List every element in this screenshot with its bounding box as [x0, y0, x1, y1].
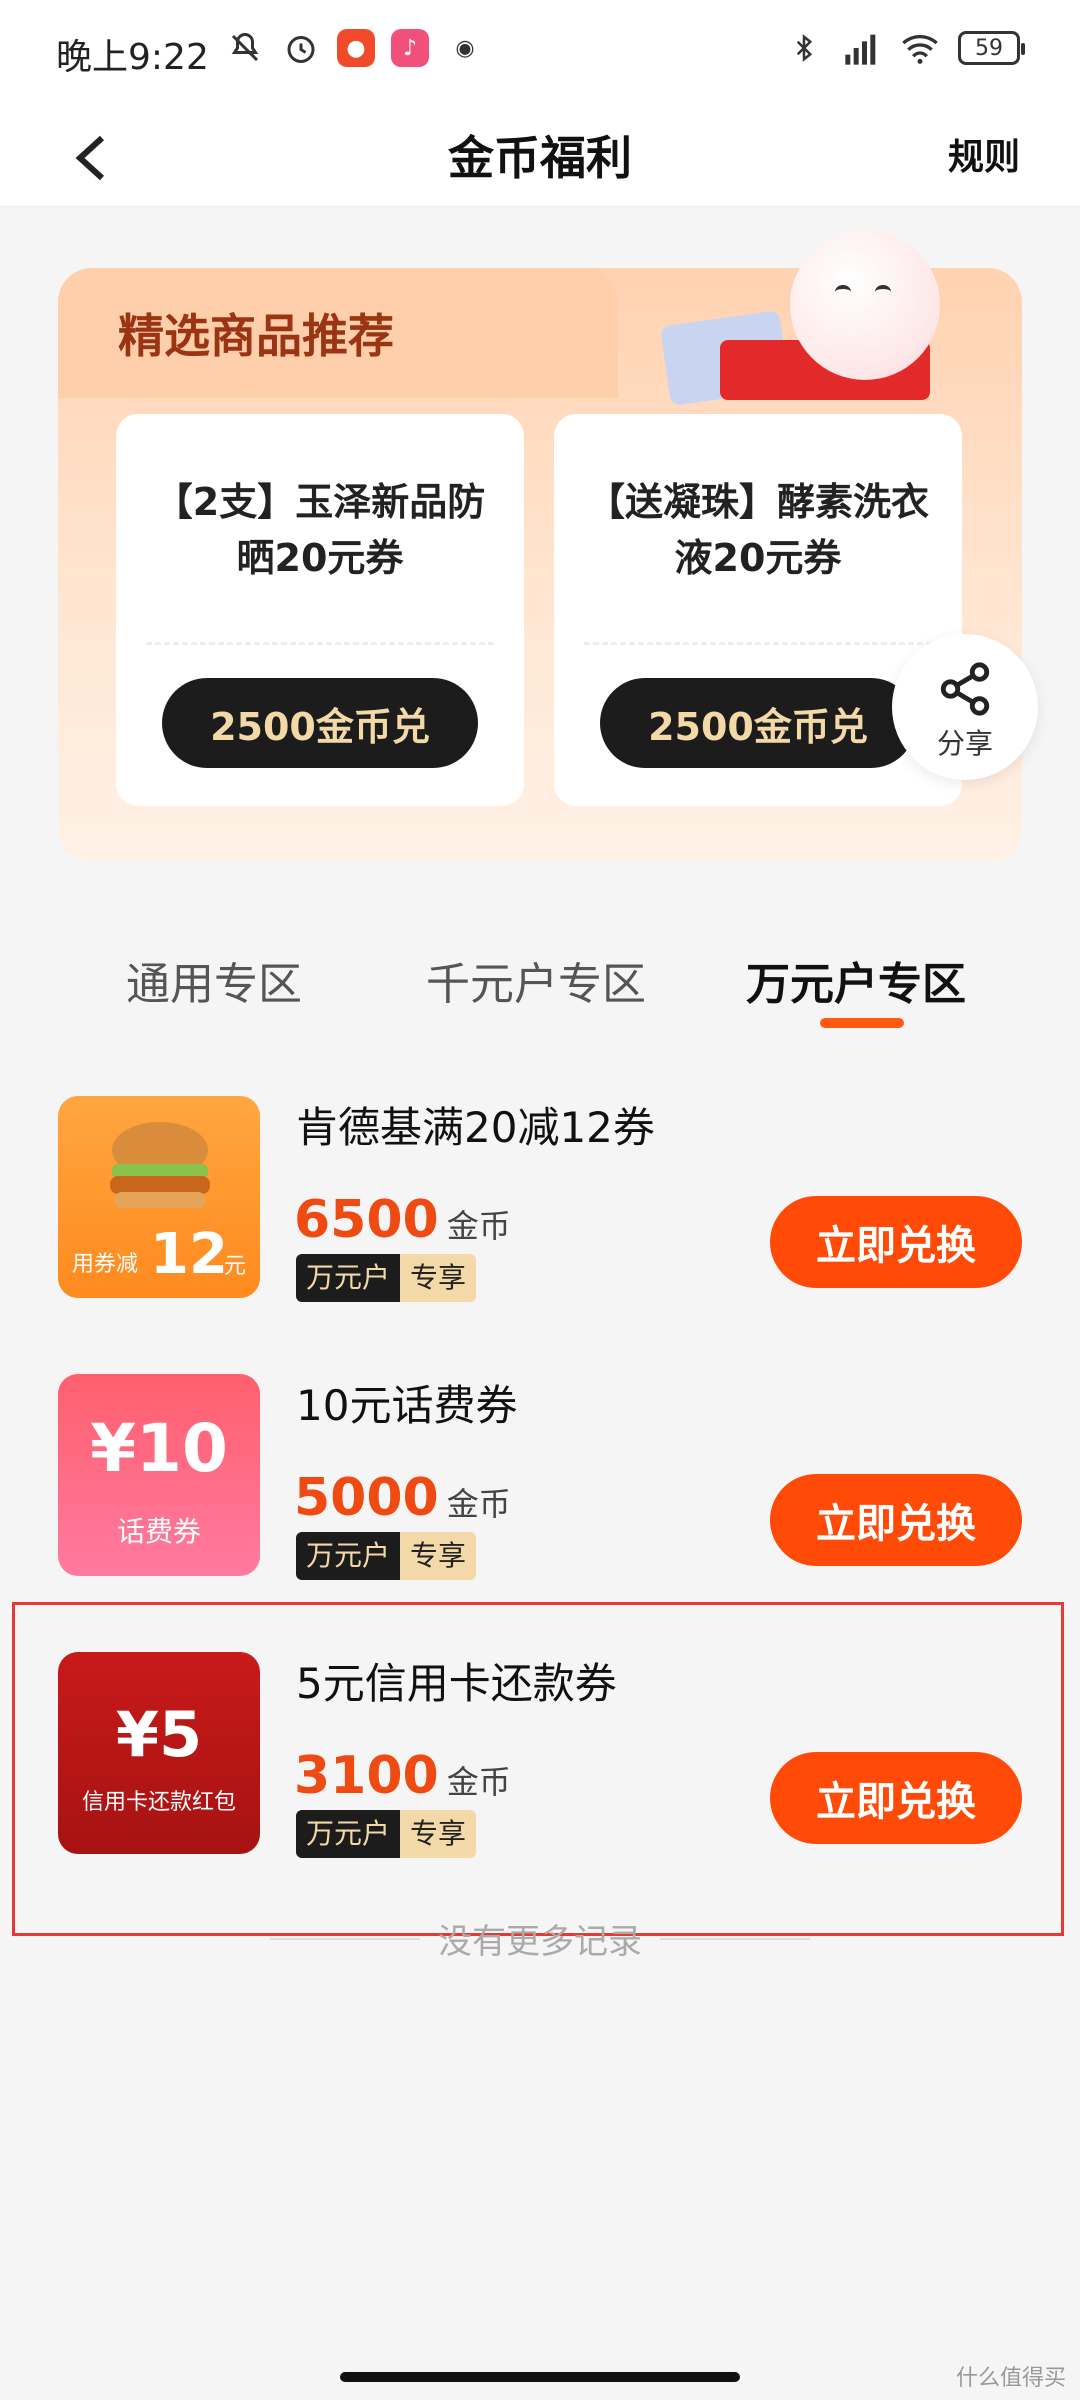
home-indicator[interactable]	[340, 2372, 740, 2382]
rules-link[interactable]: 规则	[948, 110, 1020, 206]
price-value: 5000	[294, 1468, 439, 1528]
redeem-now-button[interactable]: 立即兑换	[770, 1196, 1022, 1288]
page-title: 金币福利	[448, 131, 632, 185]
status-notification-icons: ● ♪ ◉	[225, 28, 485, 68]
item-name: 肯德基满20减12券	[296, 1103, 655, 1152]
thumb-suffix: 元	[224, 1254, 247, 1279]
price-unit: 金币	[446, 1485, 511, 1523]
eye-icon: ◉	[455, 35, 475, 61]
item-price: 5000 金币	[294, 1468, 511, 1528]
banner-title: 精选商品推荐	[118, 309, 394, 363]
redeem-now-button[interactable]: 立即兑换	[770, 1474, 1022, 1566]
watermark: 什么值得买	[955, 2366, 1066, 2391]
share-button[interactable]: 分享	[892, 634, 1038, 780]
thumb-amount: 12	[150, 1222, 228, 1287]
thumb-amount: ¥10	[90, 1410, 228, 1487]
price-unit: 金币	[446, 1207, 511, 1245]
bluetooth-icon	[784, 28, 824, 68]
item-price: 6500 金币	[294, 1190, 511, 1250]
tab-general[interactable]: 通用专区	[126, 948, 302, 1012]
battery-level: 59	[975, 35, 1003, 61]
no-more-records-text: 没有更多记录	[438, 1922, 642, 1962]
item-thumbnail-phone-credit: ¥10 话费券	[58, 1374, 260, 1576]
mute-icon	[225, 28, 265, 68]
wifi-icon	[900, 28, 940, 68]
tag-exclusive: 专享	[400, 1532, 477, 1580]
dog-mascot-illustration	[790, 230, 940, 380]
share-label: 分享	[936, 727, 993, 760]
battery-icon: 59	[958, 31, 1025, 65]
tag-exclusive: 专享	[400, 1254, 477, 1302]
featured-card-name: 【2支】玉泽新品防晒20元券	[154, 480, 486, 580]
redeem-coins-button[interactable]: 2500金币兑	[600, 678, 916, 768]
card-divider	[146, 642, 494, 645]
tab-thousand[interactable]: 千元户专区	[426, 948, 646, 1012]
signal-icon	[842, 28, 882, 68]
mascot-eye	[875, 285, 891, 299]
thumb-caption: 用券减	[72, 1252, 139, 1277]
status-time: 晚上9:22	[56, 37, 209, 78]
member-tag: 万元户 专享	[296, 1532, 477, 1580]
price-value: 6500	[294, 1190, 439, 1250]
featured-card[interactable]: 【2支】玉泽新品防晒20元券 2500金币兑	[116, 414, 524, 806]
share-icon	[936, 660, 994, 718]
music-app-icon: ♪	[391, 29, 429, 67]
thumb-caption: 话费券	[116, 1515, 201, 1548]
mascot-eye	[835, 285, 851, 299]
burger-icon	[106, 1118, 214, 1218]
featured-card-name: 【送凝珠】酵素洗衣液20元券	[586, 480, 929, 580]
card-divider	[584, 642, 932, 645]
tab-ten-thousand[interactable]: 万元户专区	[746, 948, 966, 1012]
active-tab-indicator	[820, 1018, 904, 1028]
alarm-icon	[281, 28, 321, 68]
item-name: 10元话费券	[296, 1381, 518, 1430]
app-header: 金币福利 规则	[0, 110, 1080, 207]
app-notification-icon: ●	[337, 29, 375, 67]
member-tag: 万元户 专享	[296, 1254, 477, 1302]
status-system-icons: 59	[784, 28, 1025, 68]
tag-tier: 万元户	[296, 1254, 401, 1302]
item-thumbnail-kfc: 用券减 12 元	[58, 1096, 260, 1298]
redeem-coins-button[interactable]: 2500金币兑	[162, 678, 478, 768]
tag-tier: 万元户	[296, 1532, 401, 1580]
highlight-annotation-box	[12, 1602, 1064, 1936]
